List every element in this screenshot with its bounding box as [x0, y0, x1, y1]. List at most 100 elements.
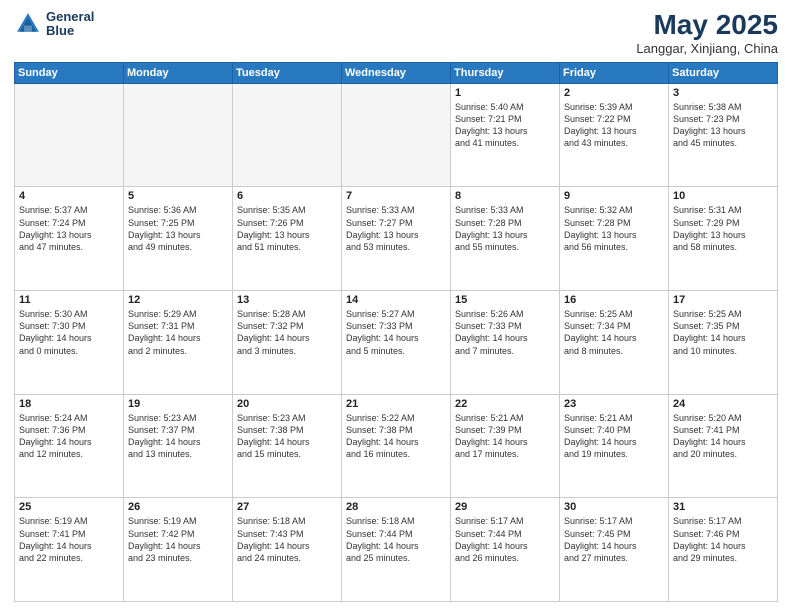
weekday-header-wednesday: Wednesday	[342, 62, 451, 83]
day-cell: 17 Sunrise: 5:25 AM Sunset: 7:35 PM Dayli…	[669, 291, 778, 395]
weekday-header-friday: Friday	[560, 62, 669, 83]
day-number: 7	[346, 190, 446, 202]
week-row-1: 1Sunrise: 5:40 AM Sunset: 7:21 PM Daylig…	[15, 83, 778, 187]
day-number: 30	[564, 501, 664, 513]
day-detail: Sunrise: 5:33 AM Sunset: 7:28 PM Dayligh…	[455, 204, 555, 253]
page: General Blue May 2025 Langgar, Xinjiang,…	[0, 0, 792, 612]
day-cell: 10 Sunrise: 5:31 AM Sunset: 7:29 PM Dayli…	[669, 187, 778, 291]
week-row-2: 4 Sunrise: 5:37 AM Sunset: 7:24 PM Daylig…	[15, 187, 778, 291]
day-detail: Sunrise: 5:25 AM Sunset: 7:35 PM Dayligh…	[673, 308, 773, 357]
calendar-table: SundayMondayTuesdayWednesdayThursdayFrid…	[14, 62, 778, 602]
day-number: 24	[673, 398, 773, 410]
day-detail: Sunrise: 5:31 AM Sunset: 7:29 PM Dayligh…	[673, 204, 773, 253]
day-cell: 13 Sunrise: 5:28 AM Sunset: 7:32 PM Dayli…	[233, 291, 342, 395]
day-cell: 8 Sunrise: 5:33 AM Sunset: 7:28 PM Daylig…	[451, 187, 560, 291]
day-cell	[124, 83, 233, 187]
day-detail: Sunrise: 5:22 AM Sunset: 7:38 PM Dayligh…	[346, 412, 446, 461]
day-detail: Sunrise: 5:28 AM Sunset: 7:32 PM Dayligh…	[237, 308, 337, 357]
day-detail: Sunrise: 5:17 AM Sunset: 7:44 PM Dayligh…	[455, 515, 555, 564]
day-number: 14	[346, 294, 446, 306]
calendar-title: May 2025	[636, 10, 778, 41]
day-number: 8	[455, 190, 555, 202]
day-cell: 7 Sunrise: 5:33 AM Sunset: 7:27 PM Daylig…	[342, 187, 451, 291]
day-number: 29	[455, 501, 555, 513]
day-detail: Sunrise: 5:37 AM Sunset: 7:24 PM Dayligh…	[19, 204, 119, 253]
weekday-header-thursday: Thursday	[451, 62, 560, 83]
header: General Blue May 2025 Langgar, Xinjiang,…	[14, 10, 778, 56]
day-cell: 4 Sunrise: 5:37 AM Sunset: 7:24 PM Daylig…	[15, 187, 124, 291]
day-detail: Sunrise: 5:38 AM Sunset: 7:23 PM Dayligh…	[673, 101, 773, 150]
weekday-header-monday: Monday	[124, 62, 233, 83]
day-cell: 11Sunrise: 5:30 AM Sunset: 7:30 PM Dayli…	[15, 291, 124, 395]
day-detail: Sunrise: 5:39 AM Sunset: 7:22 PM Dayligh…	[564, 101, 664, 150]
day-cell: 1Sunrise: 5:40 AM Sunset: 7:21 PM Daylig…	[451, 83, 560, 187]
day-number: 23	[564, 398, 664, 410]
day-number: 26	[128, 501, 228, 513]
day-cell: 31 Sunrise: 5:17 AM Sunset: 7:46 PM Dayli…	[669, 498, 778, 602]
day-cell	[233, 83, 342, 187]
day-detail: Sunrise: 5:33 AM Sunset: 7:27 PM Dayligh…	[346, 204, 446, 253]
day-number: 16	[564, 294, 664, 306]
day-cell: 15 Sunrise: 5:26 AM Sunset: 7:33 PM Dayli…	[451, 291, 560, 395]
day-cell: 19Sunrise: 5:23 AM Sunset: 7:37 PM Dayli…	[124, 394, 233, 498]
week-row-3: 11Sunrise: 5:30 AM Sunset: 7:30 PM Dayli…	[15, 291, 778, 395]
day-number: 5	[128, 190, 228, 202]
day-cell: 29 Sunrise: 5:17 AM Sunset: 7:44 PM Dayli…	[451, 498, 560, 602]
day-cell: 14 Sunrise: 5:27 AM Sunset: 7:33 PM Dayli…	[342, 291, 451, 395]
day-number: 20	[237, 398, 337, 410]
weekday-header-tuesday: Tuesday	[233, 62, 342, 83]
day-number: 15	[455, 294, 555, 306]
day-detail: Sunrise: 5:19 AM Sunset: 7:41 PM Dayligh…	[19, 515, 119, 564]
day-cell: 28 Sunrise: 5:18 AM Sunset: 7:44 PM Dayli…	[342, 498, 451, 602]
day-number: 2	[564, 87, 664, 99]
day-cell: 6 Sunrise: 5:35 AM Sunset: 7:26 PM Daylig…	[233, 187, 342, 291]
day-detail: Sunrise: 5:23 AM Sunset: 7:37 PM Dayligh…	[128, 412, 228, 461]
day-detail: Sunrise: 5:18 AM Sunset: 7:44 PM Dayligh…	[346, 515, 446, 564]
day-cell: 22Sunrise: 5:21 AM Sunset: 7:39 PM Dayli…	[451, 394, 560, 498]
day-number: 10	[673, 190, 773, 202]
day-detail: Sunrise: 5:17 AM Sunset: 7:46 PM Dayligh…	[673, 515, 773, 564]
day-number: 18	[19, 398, 119, 410]
day-detail: Sunrise: 5:27 AM Sunset: 7:33 PM Dayligh…	[346, 308, 446, 357]
day-number: 28	[346, 501, 446, 513]
day-detail: Sunrise: 5:21 AM Sunset: 7:40 PM Dayligh…	[564, 412, 664, 461]
day-cell: 27 Sunrise: 5:18 AM Sunset: 7:43 PM Dayli…	[233, 498, 342, 602]
day-number: 9	[564, 190, 664, 202]
day-cell: 25 Sunrise: 5:19 AM Sunset: 7:41 PM Dayli…	[15, 498, 124, 602]
weekday-header-sunday: Sunday	[15, 62, 124, 83]
day-cell: 3 Sunrise: 5:38 AM Sunset: 7:23 PM Daylig…	[669, 83, 778, 187]
day-cell: 30Sunrise: 5:17 AM Sunset: 7:45 PM Dayli…	[560, 498, 669, 602]
day-detail: Sunrise: 5:18 AM Sunset: 7:43 PM Dayligh…	[237, 515, 337, 564]
day-number: 6	[237, 190, 337, 202]
day-number: 11	[19, 294, 119, 306]
day-number: 13	[237, 294, 337, 306]
day-detail: Sunrise: 5:40 AM Sunset: 7:21 PM Dayligh…	[455, 101, 555, 150]
day-cell: 18 Sunrise: 5:24 AM Sunset: 7:36 PM Dayli…	[15, 394, 124, 498]
calendar-subtitle: Langgar, Xinjiang, China	[636, 41, 778, 56]
day-detail: Sunrise: 5:23 AM Sunset: 7:38 PM Dayligh…	[237, 412, 337, 461]
day-detail: Sunrise: 5:21 AM Sunset: 7:39 PM Dayligh…	[455, 412, 555, 461]
day-number: 31	[673, 501, 773, 513]
day-number: 25	[19, 501, 119, 513]
day-detail: Sunrise: 5:35 AM Sunset: 7:26 PM Dayligh…	[237, 204, 337, 253]
day-number: 27	[237, 501, 337, 513]
day-detail: Sunrise: 5:26 AM Sunset: 7:33 PM Dayligh…	[455, 308, 555, 357]
day-number: 17	[673, 294, 773, 306]
day-number: 3	[673, 87, 773, 99]
day-cell: 16 Sunrise: 5:25 AM Sunset: 7:34 PM Dayli…	[560, 291, 669, 395]
logo-icon	[14, 10, 42, 38]
day-detail: Sunrise: 5:36 AM Sunset: 7:25 PM Dayligh…	[128, 204, 228, 253]
day-number: 21	[346, 398, 446, 410]
day-cell: 9Sunrise: 5:32 AM Sunset: 7:28 PM Daylig…	[560, 187, 669, 291]
day-detail: Sunrise: 5:19 AM Sunset: 7:42 PM Dayligh…	[128, 515, 228, 564]
day-detail: Sunrise: 5:29 AM Sunset: 7:31 PM Dayligh…	[128, 308, 228, 357]
day-cell: 23 Sunrise: 5:21 AM Sunset: 7:40 PM Dayli…	[560, 394, 669, 498]
day-number: 12	[128, 294, 228, 306]
day-detail: Sunrise: 5:25 AM Sunset: 7:34 PM Dayligh…	[564, 308, 664, 357]
logo-text: General Blue	[46, 10, 94, 39]
day-detail: Sunrise: 5:24 AM Sunset: 7:36 PM Dayligh…	[19, 412, 119, 461]
day-number: 4	[19, 190, 119, 202]
weekday-header-saturday: Saturday	[669, 62, 778, 83]
day-cell	[342, 83, 451, 187]
week-row-4: 18 Sunrise: 5:24 AM Sunset: 7:36 PM Dayli…	[15, 394, 778, 498]
